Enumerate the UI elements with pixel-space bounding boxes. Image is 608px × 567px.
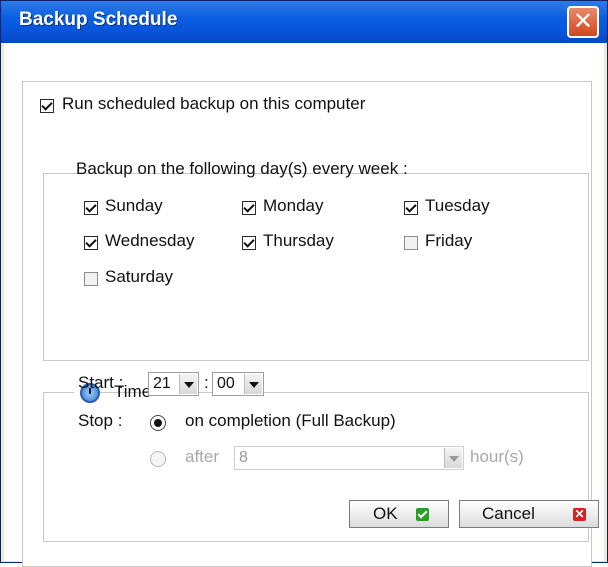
cancel-button[interactable]: Cancel ✕ xyxy=(459,500,599,528)
thursday-checkbox[interactable] xyxy=(242,236,256,250)
stop-label: Stop : xyxy=(78,411,123,430)
saturday-checkbox[interactable] xyxy=(84,272,98,286)
sunday-label: Sunday xyxy=(105,196,163,215)
monday-label: Monday xyxy=(263,196,324,215)
stop-on-completion-label: on completion (Full Backup) xyxy=(185,411,396,430)
stop-after-radio[interactable] xyxy=(150,451,166,467)
chevron-down-icon xyxy=(179,374,197,394)
thursday-label: Thursday xyxy=(263,231,334,250)
stop-on-completion-radio[interactable] xyxy=(150,415,166,431)
run-scheduled-label: Run scheduled backup on this computer xyxy=(62,94,366,113)
cancel-button-label: Cancel xyxy=(482,504,535,523)
run-scheduled-checkbox[interactable] xyxy=(40,99,54,113)
friday-checkbox[interactable] xyxy=(404,236,418,250)
dialog-body: Run scheduled backup on this computer Ba… xyxy=(4,43,604,567)
start-hour-select[interactable]: 21 xyxy=(148,372,199,396)
close-button[interactable]: ✕ xyxy=(567,6,599,38)
tuesday-label: Tuesday xyxy=(425,196,490,215)
time-separator: : xyxy=(204,373,209,392)
saturday-label: Saturday xyxy=(105,267,174,286)
tuesday-checkbox[interactable] xyxy=(404,201,418,215)
ok-button-label: OK xyxy=(373,504,398,523)
ok-button[interactable]: OK xyxy=(349,500,449,528)
start-hour-value: 21 xyxy=(153,375,171,392)
backup-schedule-dialog: Backup Schedule ✕ Run scheduled backup o… xyxy=(0,0,608,567)
stop-after-hours-select[interactable]: 8 xyxy=(234,446,464,470)
chevron-down-icon xyxy=(444,448,462,468)
wednesday-label: Wednesday xyxy=(105,231,195,250)
ok-check-icon xyxy=(416,508,429,521)
hours-label: hour(s) xyxy=(470,447,524,466)
dialog-title: Backup Schedule xyxy=(19,9,178,30)
stop-after-label: after xyxy=(185,447,220,466)
chevron-down-icon xyxy=(244,374,262,394)
start-label: Start : xyxy=(78,373,124,392)
wednesday-checkbox[interactable] xyxy=(84,236,98,250)
close-icon: ✕ xyxy=(572,7,594,35)
days-heading: Backup on the following day(s) every wee… xyxy=(76,159,408,178)
start-minute-select[interactable]: 00 xyxy=(212,372,264,396)
friday-label: Friday xyxy=(425,231,473,250)
cancel-x-icon: ✕ xyxy=(573,507,586,521)
monday-checkbox[interactable] xyxy=(242,201,256,215)
title-bar[interactable]: Backup Schedule ✕ xyxy=(1,1,607,43)
start-minute-value: 00 xyxy=(217,375,235,392)
sunday-checkbox[interactable] xyxy=(84,201,98,215)
stop-after-value: 8 xyxy=(239,449,248,466)
